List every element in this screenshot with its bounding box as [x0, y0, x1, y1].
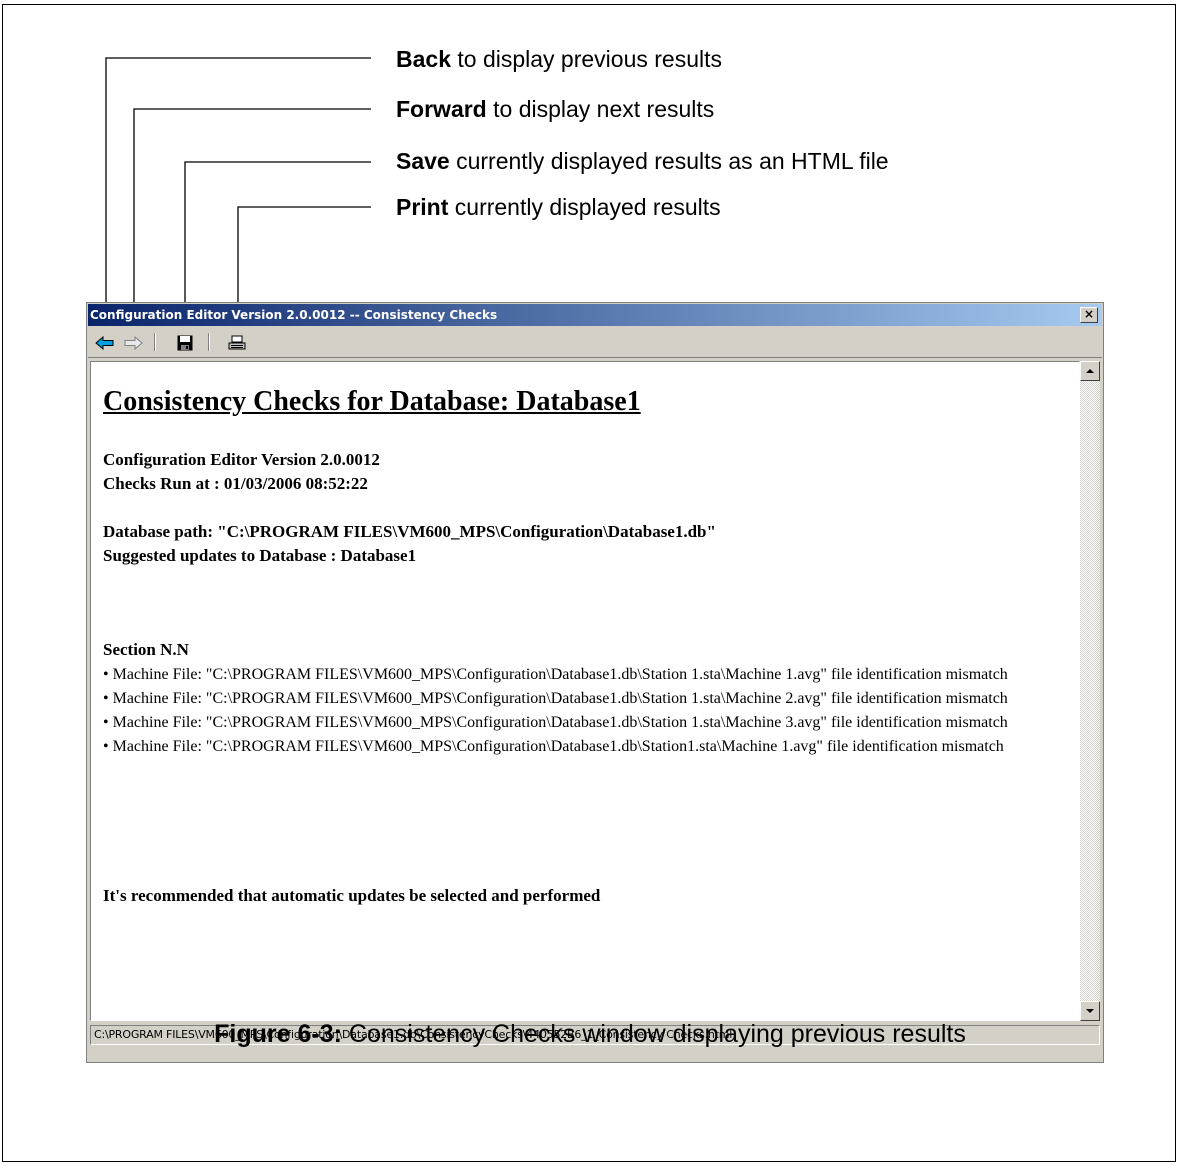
forward-button[interactable]: [122, 332, 144, 354]
recommendation-line: It's recommended that automatic updates …: [103, 886, 601, 905]
toolbar: [88, 327, 1102, 358]
database-path-line: Database path: "C:\PROGRAM FILES\VM600_M…: [103, 522, 716, 541]
save-button[interactable]: [174, 332, 196, 354]
window-title: Configuration Editor Version 2.0.0012 --…: [90, 308, 498, 322]
toolbar-separator: [208, 333, 210, 351]
consistency-checks-window: Configuration Editor Version 2.0.0012 --…: [86, 302, 1104, 1063]
window-titlebar[interactable]: Configuration Editor Version 2.0.0012 --…: [88, 304, 1102, 326]
scroll-down-icon: [1086, 1009, 1094, 1013]
scroll-up-button[interactable]: [1080, 361, 1100, 381]
printer-icon: [228, 335, 246, 350]
close-button[interactable]: ×: [1080, 307, 1098, 323]
list-item: • Machine File: "C:\PROGRAM FILES\VM600_…: [103, 714, 1008, 731]
callout-print: Print currently displayed results: [396, 194, 721, 220]
version-line: Configuration Editor Version 2.0.0012: [103, 450, 380, 469]
print-button[interactable]: [226, 332, 248, 354]
run-time-line: Checks Run at : 01/03/2006 08:52:22: [103, 474, 368, 493]
scroll-up-icon: [1086, 369, 1094, 373]
list-item: • Machine File: "C:\PROGRAM FILES\VM600_…: [103, 666, 1008, 683]
figure-caption: Figure 6-3: Consistency Checks window di…: [214, 1020, 966, 1048]
mismatch-list: • Machine File: "C:\PROGRAM FILES\VM600_…: [103, 663, 1063, 759]
vertical-scrollbar[interactable]: [1080, 361, 1100, 1021]
list-item: • Machine File: "C:\PROGRAM FILES\VM600_…: [103, 690, 1008, 707]
section-heading: Section N.N: [103, 640, 189, 659]
back-arrow-icon: [95, 336, 114, 350]
report-title: Consistency Checks for Database: Databas…: [103, 386, 641, 417]
toolbar-separator: [154, 333, 156, 351]
report-content: Consistency Checks for Database: Databas…: [90, 361, 1080, 1021]
list-item: • Machine File: "C:\PROGRAM FILES\VM600_…: [103, 738, 1004, 755]
back-button[interactable]: [94, 332, 116, 354]
scroll-down-button[interactable]: [1080, 1001, 1100, 1021]
forward-arrow-icon: [124, 336, 143, 350]
callout-forward: Forward to display next results: [396, 96, 715, 122]
suggested-updates-line: Suggested updates to Database : Database…: [103, 546, 417, 565]
save-icon: [177, 335, 193, 351]
callout-save: Save currently displayed results as an H…: [396, 148, 889, 174]
callout-back: Back to display previous results: [396, 46, 722, 72]
